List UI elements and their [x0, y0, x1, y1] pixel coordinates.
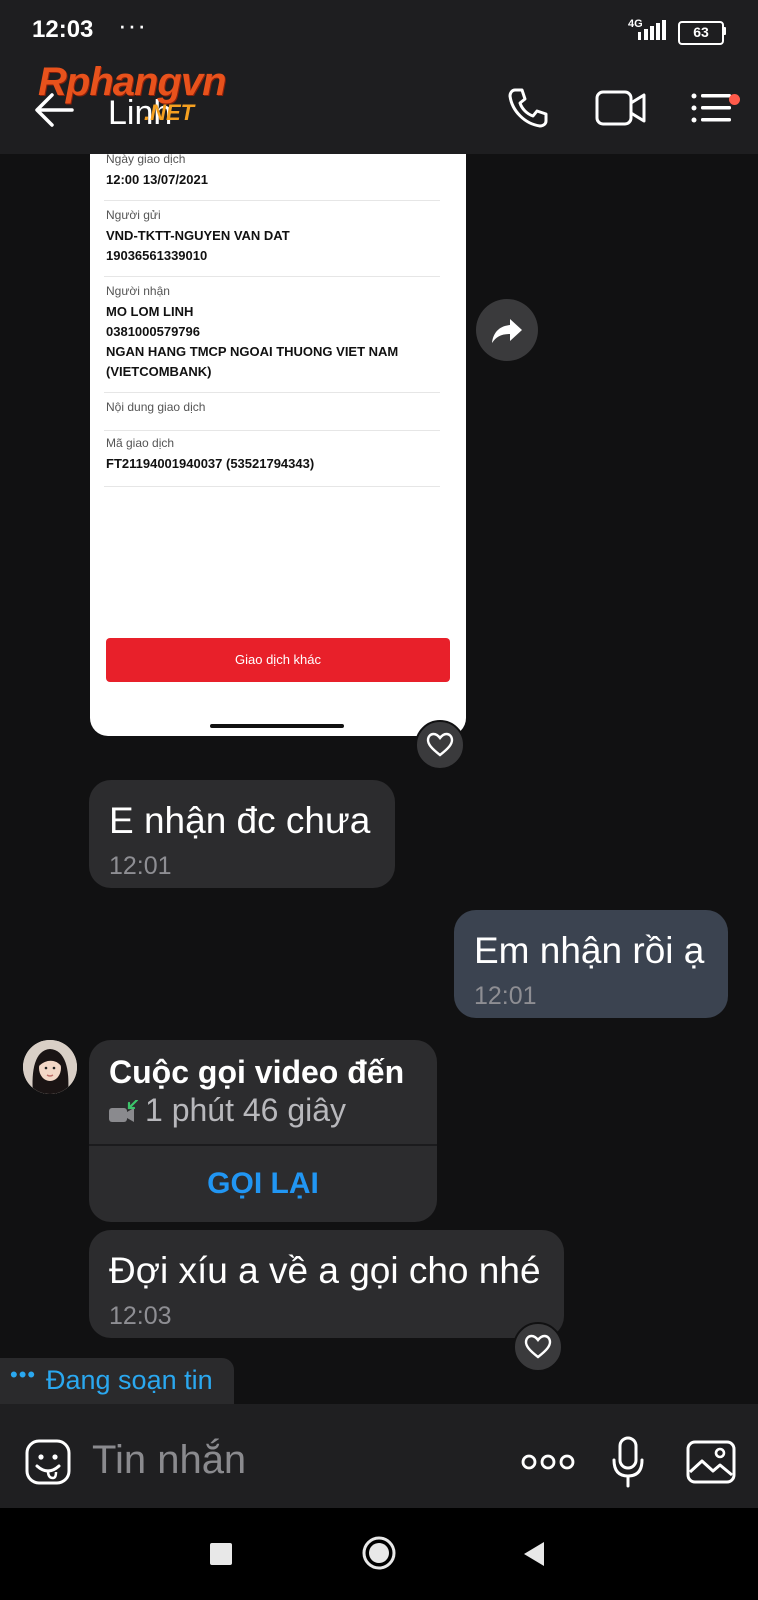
phone-icon[interactable]	[506, 86, 550, 130]
missed-video-call-icon	[109, 1100, 139, 1122]
watermark-logo-suffix: .NET	[144, 100, 195, 125]
incoming-message-bubble[interactable]: Đợi xíu a về a gọi cho nhé 12:03	[89, 1230, 564, 1338]
receipt-date-label: Ngày giao dịch	[106, 154, 186, 166]
other-transaction-button: Giao dịch khác	[106, 638, 450, 682]
microphone-icon[interactable]	[610, 1436, 646, 1488]
shared-receipt-image[interactable]: Ngày giao dịch 12:00 13/07/2021 Người gử…	[90, 154, 466, 736]
video-call-card: Cuộc gọi video đến 1 phút 46 giây GỌI LẠ…	[89, 1040, 437, 1222]
avatar[interactable]	[23, 1040, 77, 1094]
receipt-divider	[104, 200, 440, 201]
message-input[interactable]	[90, 1428, 494, 1492]
receipt-sender-account: VND-TKTT-NGUYEN VAN DAT	[106, 228, 290, 243]
receipt-sender-label: Người gửi	[106, 208, 161, 222]
receipt-receiver-bank: NGAN HANG TMCP NGOAI THUONG VIET NAM	[106, 344, 399, 359]
battery-level: 63	[693, 24, 709, 40]
avatar-image	[23, 1040, 77, 1094]
call-duration: 1 phút 46 giây	[145, 1092, 347, 1128]
home-button[interactable]	[361, 1535, 397, 1571]
receipt-sender-number: 19036561339010	[106, 248, 208, 263]
recent-apps-button[interactable]	[210, 1543, 232, 1565]
receipt-code-label: Mã giao dịch	[106, 436, 175, 450]
watermark-logo: Rphangvn	[38, 60, 227, 104]
share-forward-button[interactable]	[476, 299, 538, 361]
outgoing-message-bubble[interactable]: Em nhận rồi ạ 12:01	[454, 910, 728, 1018]
more-dots-icon[interactable]	[520, 1446, 576, 1478]
receipt-divider	[104, 276, 440, 277]
like-button[interactable]	[415, 720, 465, 770]
typing-text: Đang soạn tin	[46, 1365, 213, 1395]
battery-tip	[723, 27, 726, 35]
receipt-divider	[104, 430, 440, 431]
call-back-button[interactable]: GỌI LẠI	[89, 1146, 437, 1222]
receipt-divider	[104, 486, 440, 487]
message-text: Đợi xíu a về a gọi cho nhé	[109, 1250, 541, 1291]
receipt-receiver-bank-short: (VIETCOMBANK)	[106, 364, 212, 379]
receipt-receiver-label: Người nhận	[106, 284, 170, 298]
receipt-divider	[104, 392, 440, 393]
receipt-date-value: 12:00 13/07/2021	[106, 172, 208, 187]
receipt-code-value: FT21194001940037 (53521794343)	[106, 456, 315, 471]
battery-icon: 63	[678, 21, 724, 45]
heart-icon	[426, 732, 454, 757]
receipt-content-label: Nội dung giao dịch	[106, 400, 206, 414]
message-time: 12:03	[109, 1302, 172, 1330]
receipt-receiver-number: 0381000579796	[106, 324, 200, 339]
message-time: 12:01	[109, 852, 172, 880]
video-camera-icon[interactable]	[594, 86, 648, 130]
call-title: Cuộc gọi video đến	[109, 1054, 405, 1090]
incoming-message-bubble[interactable]: E nhận đc chưa 12:01	[89, 780, 395, 888]
heart-icon	[524, 1334, 552, 1359]
like-button[interactable]	[513, 1322, 563, 1372]
message-text: E nhận đc chưa	[109, 800, 371, 841]
receipt-receiver-name: MO LOM LINH	[106, 304, 194, 319]
status-more-dots: ···	[118, 10, 147, 40]
emoji-icon[interactable]	[24, 1438, 72, 1486]
typing-indicator: ••• Đang soạn tin	[0, 1358, 234, 1404]
signal-icon	[638, 20, 666, 40]
gallery-icon[interactable]	[686, 1440, 736, 1484]
message-time: 12:01	[474, 982, 537, 1010]
status-time: 12:03	[32, 16, 94, 43]
message-text: Em nhận rồi ạ	[474, 930, 705, 971]
share-forward-icon	[492, 319, 522, 343]
typing-dots-icon: •••	[10, 1362, 37, 1387]
system-back-button[interactable]	[522, 1541, 546, 1567]
notification-badge	[729, 94, 740, 105]
home-indicator	[210, 724, 344, 728]
